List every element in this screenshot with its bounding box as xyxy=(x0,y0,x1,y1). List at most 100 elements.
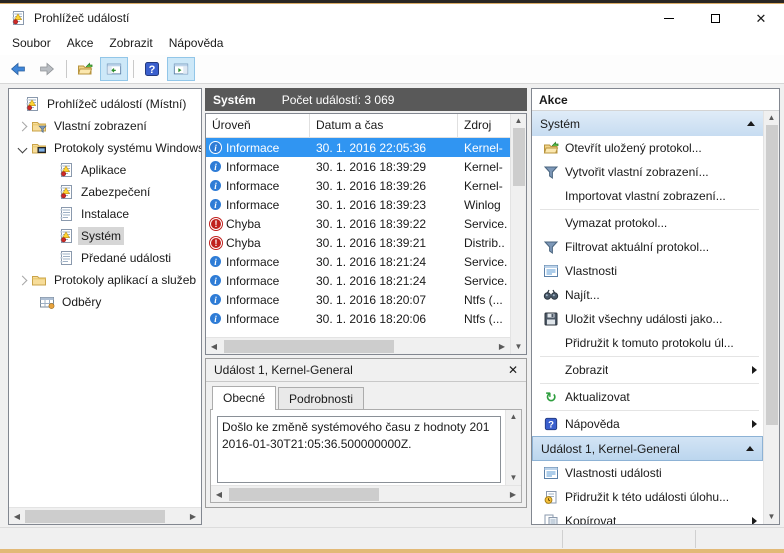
background-taskbar-strip xyxy=(0,549,784,553)
actions-title: Akce xyxy=(532,89,779,111)
back-button[interactable] xyxy=(4,57,32,81)
actions-vertical-scrollbar[interactable]: ▲ ▼ xyxy=(763,111,779,524)
scroll-right-icon[interactable]: ▶ xyxy=(505,490,521,499)
scroll-up-icon[interactable]: ▲ xyxy=(510,410,518,424)
action-attach-task-to-log[interactable]: Přidružit k tomuto protokolu úl... xyxy=(532,331,763,355)
column-level[interactable]: Úroveň xyxy=(206,114,310,137)
tree-item-system[interactable]: Systém xyxy=(9,225,201,247)
event-row[interactable]: Informace 30. 1. 2016 18:39:29 Kernel- xyxy=(206,157,510,176)
event-row[interactable]: Informace 30. 1. 2016 18:21:24 Service. xyxy=(206,252,510,271)
action-properties[interactable]: Vlastnosti xyxy=(532,259,763,283)
action-find[interactable]: Najít... xyxy=(532,283,763,307)
properties-icon xyxy=(541,263,561,279)
event-row[interactable]: Informace 30. 1. 2016 18:39:23 Winlog xyxy=(206,195,510,214)
action-event-properties[interactable]: Vlastnosti události xyxy=(532,461,763,485)
action-view[interactable]: Zobrazit xyxy=(532,358,763,382)
status-bar xyxy=(0,527,784,549)
info-icon xyxy=(209,141,222,154)
tab-podrobnosti[interactable]: Podrobnosti xyxy=(278,387,364,410)
event-row[interactable]: Informace 30. 1. 2016 18:21:24 Service. xyxy=(206,271,510,290)
scrollbar-thumb[interactable] xyxy=(25,510,165,523)
scroll-up-icon[interactable]: ▲ xyxy=(515,114,523,128)
scroll-down-icon[interactable]: ▼ xyxy=(768,510,776,524)
menu-akce[interactable]: Akce xyxy=(59,33,102,53)
detail-horizontal-scrollbar[interactable]: ◀ ▶ xyxy=(211,485,521,502)
maximize-button[interactable] xyxy=(692,5,738,31)
group-header-event[interactable]: Událost 1, Kernel-General xyxy=(532,436,763,461)
action-copy[interactable]: Kopírovat xyxy=(532,509,763,524)
tree-scroll-area: Prohlížeč událostí (Místní) Vlastní zobr… xyxy=(9,89,201,507)
event-row[interactable]: Chyba 30. 1. 2016 18:39:21 Distrib.. xyxy=(206,233,510,252)
toggle-console-tree-button[interactable] xyxy=(100,57,128,81)
toolbar xyxy=(0,55,784,84)
status-separator xyxy=(562,530,563,548)
column-source[interactable]: Zdroj xyxy=(458,114,510,137)
event-list: Úroveň Datum a čas Zdroj Informace 30. 1… xyxy=(205,113,527,355)
list-vertical-scrollbar[interactable]: ▲ ▼ xyxy=(510,114,526,354)
scroll-right-icon[interactable]: ▶ xyxy=(494,342,510,351)
console-tree-panel: Prohlížeč událostí (Místní) Vlastní zobr… xyxy=(8,88,202,525)
action-import-custom-view[interactable]: Importovat vlastní zobrazení... xyxy=(532,184,763,208)
event-row[interactable]: Informace 30. 1. 2016 18:20:07 Ntfs (... xyxy=(206,290,510,309)
tree-item-windows-logs[interactable]: Protokoly systému Windows xyxy=(9,137,201,159)
chevron-down-icon[interactable] xyxy=(18,143,28,153)
submenu-arrow-icon xyxy=(752,420,757,428)
close-button[interactable]: ✕ xyxy=(738,5,784,31)
tree-item-apps-services-logs[interactable]: Protokoly aplikací a služeb xyxy=(9,269,201,291)
menu-napoveda[interactable]: Nápověda xyxy=(161,33,232,53)
column-datetime[interactable]: Datum a čas xyxy=(310,114,458,137)
event-row[interactable]: Informace 30. 1. 2016 22:05:36 Kernel- xyxy=(206,138,510,157)
close-icon[interactable]: ✕ xyxy=(508,363,518,377)
scrollbar-thumb[interactable] xyxy=(229,488,379,501)
action-open-saved-log[interactable]: Otevřít uložený protokol... xyxy=(532,136,763,160)
menu-zobrazit[interactable]: Zobrazit xyxy=(101,33,160,53)
scrollbar-thumb[interactable] xyxy=(224,340,394,353)
tree-item-zabezpeceni[interactable]: Zabezpečení xyxy=(9,181,201,203)
open-saved-log-button[interactable] xyxy=(71,57,99,81)
action-clear-log[interactable]: Vymazat protokol... xyxy=(532,211,763,235)
event-row[interactable]: Chyba 30. 1. 2016 18:39:22 Service. xyxy=(206,214,510,233)
scroll-right-icon[interactable]: ▶ xyxy=(185,512,201,521)
event-row[interactable]: Informace 30. 1. 2016 18:39:26 Kernel- xyxy=(206,176,510,195)
tree-item-custom-views[interactable]: Vlastní zobrazení xyxy=(9,115,201,137)
action-help[interactable]: Nápověda xyxy=(532,412,763,436)
menu-soubor[interactable]: Soubor xyxy=(4,33,59,53)
event-description[interactable]: Došlo ke změně systémového času z hodnot… xyxy=(217,416,501,483)
help-icon xyxy=(541,417,561,431)
minimize-button[interactable] xyxy=(646,5,692,31)
tree-item-odbery[interactable]: Odběry xyxy=(9,291,201,313)
action-refresh[interactable]: ↻ Aktualizovat xyxy=(532,385,763,409)
scroll-down-icon[interactable]: ▼ xyxy=(515,340,523,354)
list-horizontal-scrollbar[interactable]: ◀ ▶ xyxy=(206,337,510,354)
scroll-left-icon[interactable]: ◀ xyxy=(206,342,222,351)
scrollbar-thumb[interactable] xyxy=(766,125,778,425)
detail-vertical-scrollbar[interactable]: ▲ ▼ xyxy=(505,410,521,485)
tree-item-root[interactable]: Prohlížeč událostí (Místní) xyxy=(9,93,201,115)
open-folder-icon xyxy=(77,61,93,77)
action-separator xyxy=(540,383,759,384)
action-create-custom-view[interactable]: Vytvořit vlastní zobrazení... xyxy=(532,160,763,184)
scroll-down-icon[interactable]: ▼ xyxy=(510,471,518,485)
help-button[interactable] xyxy=(138,57,166,81)
scroll-left-icon[interactable]: ◀ xyxy=(9,512,25,521)
tree-horizontal-scrollbar[interactable]: ◀ ▶ xyxy=(9,507,201,524)
forward-button[interactable] xyxy=(33,57,61,81)
event-row[interactable]: Informace 30. 1. 2016 18:20:06 Ntfs (... xyxy=(206,309,510,328)
collapse-icon xyxy=(747,121,755,126)
title-bar: Prohlížeč událostí ✕ xyxy=(0,5,784,31)
chevron-right-icon[interactable] xyxy=(18,275,28,285)
tree-item-instalace[interactable]: Instalace xyxy=(9,203,201,225)
group-header-system[interactable]: Systém xyxy=(532,111,763,136)
toggle-action-pane-button[interactable] xyxy=(167,57,195,81)
scroll-up-icon[interactable]: ▲ xyxy=(768,111,776,125)
action-filter-current-log[interactable]: Filtrovat aktuální protokol... xyxy=(532,235,763,259)
chevron-right-icon[interactable] xyxy=(18,121,28,131)
action-attach-task-to-event[interactable]: Přidružit k této události úlohu... xyxy=(532,485,763,509)
scrollbar-thumb[interactable] xyxy=(513,128,525,186)
tree-item-predane-udalosti[interactable]: Předané události xyxy=(9,247,201,269)
action-save-all-events[interactable]: Uložit všechny události jako... xyxy=(532,307,763,331)
scroll-left-icon[interactable]: ◀ xyxy=(211,490,227,499)
tree-item-aplikace[interactable]: Aplikace xyxy=(9,159,201,181)
action-separator xyxy=(540,410,759,411)
tab-obecne[interactable]: Obecné xyxy=(212,386,276,410)
